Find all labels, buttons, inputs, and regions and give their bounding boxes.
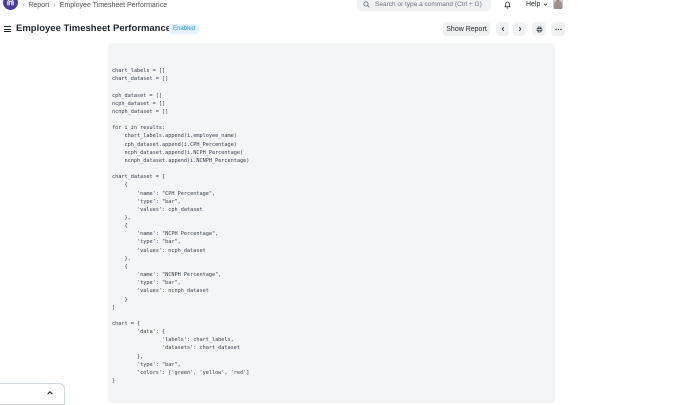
breadcrumb-report[interactable]: Report bbox=[28, 2, 49, 9]
search-icon bbox=[363, 0, 370, 8]
code-line: 'type': "bar", bbox=[112, 239, 181, 246]
code-line: { bbox=[112, 182, 128, 189]
hamburger-icon[interactable] bbox=[4, 26, 11, 32]
code-content: chart_labels = [] chart_dataset = [] cph_… bbox=[112, 59, 249, 403]
help-label: Help bbox=[526, 1, 541, 8]
code-line: 'data': { bbox=[112, 329, 166, 336]
code-line: 'name': "NCPH Percentage", bbox=[112, 231, 219, 238]
ellipsis-icon bbox=[554, 28, 562, 30]
help-dropdown[interactable]: Help bbox=[526, 1, 548, 8]
print-button[interactable] bbox=[532, 22, 546, 36]
chevron-left-icon bbox=[501, 26, 504, 32]
code-line: 'datasets': chart_dataset bbox=[112, 345, 241, 352]
breadcrumb-current[interactable]: Employee Timesheet Performance bbox=[60, 2, 167, 9]
chevron-down-icon bbox=[544, 3, 548, 6]
code-line: 'name': "CPH Percentage", bbox=[112, 190, 216, 197]
code-line: } bbox=[112, 296, 128, 303]
search-input[interactable]: Search or type a command (Ctrl + G) bbox=[357, 0, 491, 11]
chevron-right-icon bbox=[518, 26, 521, 32]
more-actions-button[interactable] bbox=[551, 22, 565, 36]
prev-button[interactable] bbox=[496, 22, 509, 36]
code-line: ncnph_dataset = [] bbox=[112, 108, 169, 115]
chevron-right-icon: › bbox=[22, 2, 25, 9]
status-badge: Enabled bbox=[169, 24, 200, 34]
code-line: chart_dataset = [ bbox=[112, 174, 166, 181]
code-line: chart_labels.append(i.employee_name) bbox=[112, 133, 237, 140]
code-line: { bbox=[112, 223, 128, 230]
page-title: Employee Timesheet Performance bbox=[16, 23, 172, 34]
frappe-logo-icon[interactable] bbox=[3, 0, 18, 10]
code-line: ] bbox=[112, 304, 116, 311]
code-line: 'labels': chart_labels, bbox=[112, 337, 234, 344]
code-line: chart = { bbox=[112, 321, 141, 327]
code-line: for i in results: bbox=[112, 125, 166, 132]
code-line: 'type': "bar", bbox=[112, 361, 181, 368]
code-line: ncnph_dataset.append(i.NCNPH_Percentage) bbox=[112, 157, 250, 164]
collapse-widget[interactable] bbox=[0, 383, 65, 405]
code-line: chart_dataset = [] bbox=[112, 76, 169, 83]
chevron-right-icon: › bbox=[53, 2, 56, 9]
navbar: › Report › Employee Timesheet Performanc… bbox=[0, 0, 690, 12]
code-line: 'name': "NCNPH Percentage", bbox=[112, 272, 222, 279]
code-line: }, bbox=[112, 214, 131, 221]
bell-icon[interactable] bbox=[503, 0, 512, 9]
code-line: 'colors': ['green', 'yellow', 'red'] bbox=[112, 369, 250, 376]
breadcrumb: › Report › Employee Timesheet Performanc… bbox=[22, 0, 167, 11]
code-line: cph_dataset = [] bbox=[112, 92, 162, 99]
search-placeholder: Search or type a command (Ctrl + G) bbox=[375, 0, 482, 8]
chevron-up-icon[interactable] bbox=[46, 389, 54, 397]
code-line: { bbox=[112, 263, 128, 270]
show-report-button[interactable]: Show Report bbox=[443, 22, 490, 36]
next-button[interactable] bbox=[513, 22, 526, 36]
printer-icon bbox=[536, 26, 542, 32]
code-line: }, bbox=[112, 255, 131, 262]
code-line: } bbox=[112, 378, 116, 385]
code-line: cph_dataset.append(i.CPH_Percentage) bbox=[112, 141, 237, 148]
code-line: 'values': ncnph_dataset bbox=[112, 288, 209, 295]
avatar[interactable] bbox=[553, 0, 563, 9]
code-line: 'type': "bar", bbox=[112, 198, 181, 205]
code-line: }, bbox=[112, 353, 144, 360]
code-line: 'values': cph_dataset bbox=[112, 206, 203, 213]
code-line: 'type': "bar", bbox=[112, 280, 181, 287]
code-line: chart_labels = [] bbox=[112, 68, 166, 75]
code-line: ncph_dataset.append(i.NCPH_Percentage) bbox=[112, 149, 244, 156]
code-editor[interactable]: chart_labels = [] chart_dataset = [] cph_… bbox=[108, 43, 555, 403]
code-line: ncph_dataset = [] bbox=[112, 100, 166, 107]
code-line: 'values': ncph_dataset bbox=[112, 247, 206, 254]
